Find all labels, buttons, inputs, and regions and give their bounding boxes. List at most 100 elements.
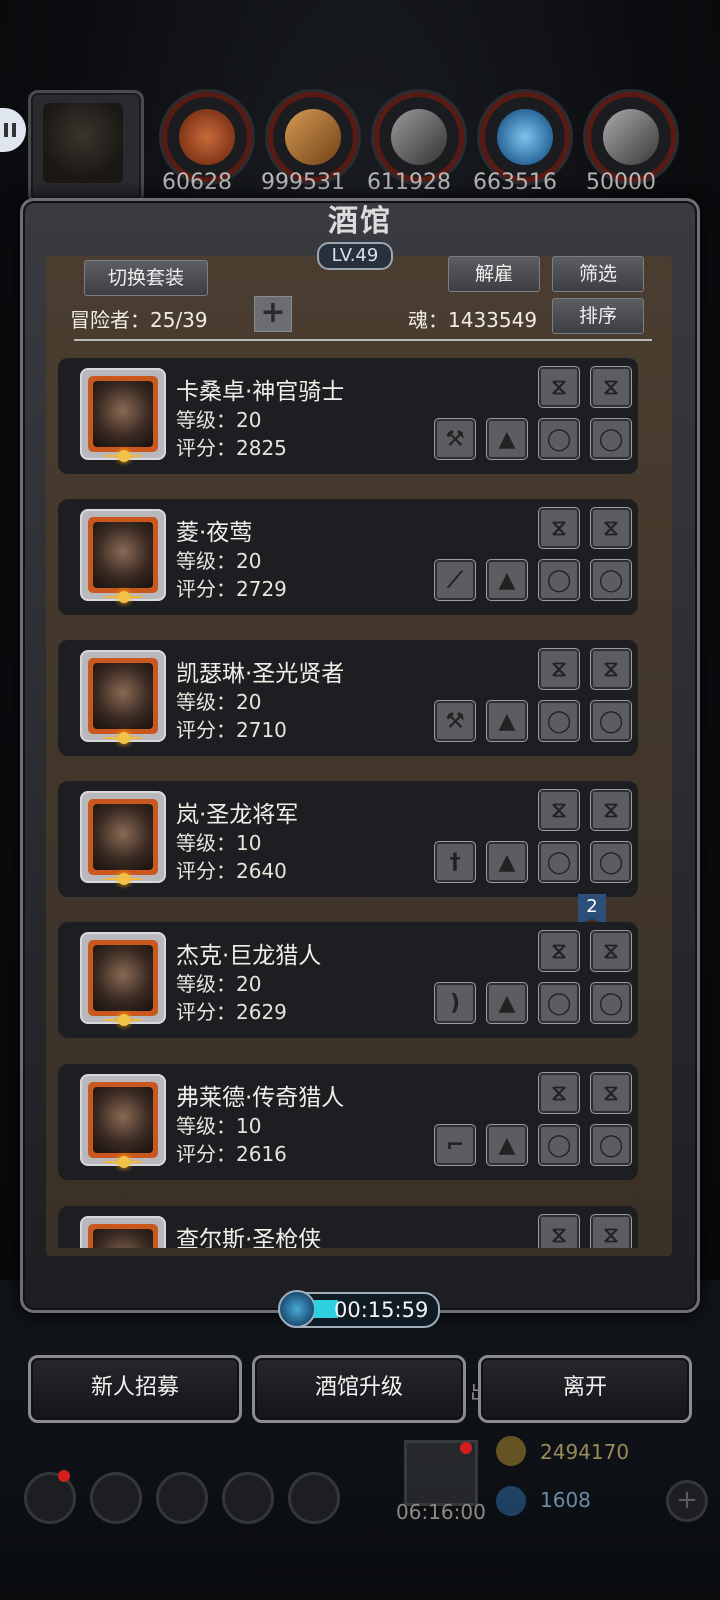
- hourglass-slot-icon[interactable]: ⧖: [538, 648, 580, 690]
- hourglass-slot-icon[interactable]: ⧖: [590, 1214, 632, 1248]
- weapon-sword-icon[interactable]: †: [434, 841, 476, 883]
- armor-icon[interactable]: ▲: [486, 559, 528, 601]
- sort-button[interactable]: 排序: [552, 298, 644, 334]
- weapon-axe-icon[interactable]: ⚒: [434, 700, 476, 742]
- resource-value-5: 50000: [586, 170, 656, 195]
- ring-icon[interactable]: ◯: [538, 418, 580, 460]
- leave-button[interactable]: 离开: [478, 1355, 692, 1423]
- hero-level: 等级：20: [176, 408, 262, 432]
- hero-row[interactable]: 岚·圣龙将军 等级：10 评分：2640 ⧖ ⧖ † ▲ ◯ ◯: [58, 781, 638, 897]
- hero-level: 等级：10: [176, 831, 262, 855]
- hero-row[interactable]: 杰克·巨龙猎人 等级：20 评分：2629 ⧖ ⧖ ) ▲ ◯ ◯: [58, 922, 638, 1038]
- weapon-bow-icon[interactable]: ): [434, 982, 476, 1024]
- resource-leather-icon: [162, 92, 252, 182]
- gold-amount: 2494170: [540, 1440, 630, 1464]
- mail-icon[interactable]: [222, 1472, 274, 1524]
- hero-row[interactable]: 菱·夜莺 等级：20 评分：2729 ⧖ ⧖ ⟋ ▲ ◯ ◯: [58, 499, 638, 615]
- hero-row[interactable]: 弗莱德·传奇猎人 等级：10 评分：2616 ⧖ ⧖ ⌐ ▲ ◯ ◯: [58, 1064, 638, 1180]
- gift-timer: 06:16:00: [396, 1500, 486, 1524]
- guild-icon[interactable]: [288, 1472, 340, 1524]
- armor-icon[interactable]: ▲: [486, 700, 528, 742]
- ring-icon[interactable]: ◯: [590, 418, 632, 460]
- hero-avatar[interactable]: [80, 932, 166, 1026]
- ring-icon[interactable]: ◯: [538, 1124, 580, 1166]
- resource-iron-icon: [374, 92, 464, 182]
- hourglass-slot-icon[interactable]: ⧖: [538, 507, 580, 549]
- hero-avatar[interactable]: [80, 1074, 166, 1168]
- panel-title: 酒馆: [328, 204, 392, 239]
- hero-level: 等级：20: [176, 972, 262, 996]
- iron-icon: [391, 109, 447, 165]
- add-slot-button[interactable]: +: [254, 296, 292, 332]
- hourglass-slot-icon[interactable]: ⧖: [590, 648, 632, 690]
- upgrade-tavern-button[interactable]: 酒馆升级: [252, 1355, 466, 1423]
- hourglass-slot-icon[interactable]: ⧖: [538, 789, 580, 831]
- hourglass-slot-icon[interactable]: ⧖: [590, 789, 632, 831]
- hero-avatar[interactable]: [80, 791, 166, 885]
- resource-value-4: 663516: [473, 170, 557, 195]
- weapon-axe-icon[interactable]: ⚒: [434, 418, 476, 460]
- weapon-blade-icon[interactable]: ⟋: [434, 559, 476, 601]
- hero-avatar[interactable]: [80, 509, 166, 603]
- ring-icon[interactable]: ◯: [538, 559, 580, 601]
- ring-icon[interactable]: ◯: [538, 841, 580, 883]
- hero-avatar[interactable]: [80, 368, 166, 462]
- dismiss-button[interactable]: 解雇: [448, 256, 540, 292]
- add-gems-icon[interactable]: +: [666, 1480, 708, 1522]
- hero-name: 杰克·巨龙猎人: [176, 943, 322, 969]
- hero-row[interactable]: 凯瑟琳·圣光贤者 等级：20 评分：2710 ⧖ ⧖ ⚒ ▲ ◯ ◯: [58, 640, 638, 756]
- hero-row[interactable]: 查尔斯·圣枪侠 ⧖ ⧖: [58, 1206, 638, 1248]
- hero-level: 等级：10: [176, 1114, 262, 1138]
- ring-icon[interactable]: ◯: [590, 700, 632, 742]
- armor-icon[interactable]: ▲: [486, 1124, 528, 1166]
- hero-avatar[interactable]: [80, 650, 166, 744]
- hourglass-slot-icon[interactable]: ⧖: [590, 1072, 632, 1114]
- hourglass-slot-icon[interactable]: ⧖: [590, 507, 632, 549]
- hero-score: 评分：2710: [176, 718, 287, 742]
- hero-name: 岚·圣龙将军: [176, 802, 299, 828]
- hourglass-slot-icon[interactable]: ⧖: [538, 930, 580, 972]
- hourglass-slot-icon[interactable]: ⧖: [538, 366, 580, 408]
- wood-icon: [285, 109, 341, 165]
- hourglass-slot-icon[interactable]: ⧖: [538, 1214, 580, 1248]
- tavern-level-badge: LV.49: [317, 242, 393, 270]
- hero-row[interactable]: 卡桑卓·神官骑士 等级：20 评分：2825 ⧖ ⧖ ⚒ ▲ ◯ ◯: [58, 358, 638, 474]
- hero-score: 评分：2729: [176, 577, 287, 601]
- resource-value-3: 611928: [367, 170, 451, 195]
- ring-icon[interactable]: ◯: [590, 982, 632, 1024]
- hero-name: 凯瑟琳·圣光贤者: [176, 661, 345, 687]
- filter-button[interactable]: 筛选: [552, 256, 644, 292]
- ring-icon[interactable]: ◯: [590, 841, 632, 883]
- resource-value-1: 60628: [162, 170, 232, 195]
- timer-text: 00:15:59: [334, 1298, 429, 1322]
- hero-avatar[interactable]: [80, 1216, 166, 1248]
- ring-icon[interactable]: ◯: [590, 559, 632, 601]
- armor-icon[interactable]: ▲: [486, 418, 528, 460]
- hero-score: 评分：2629: [176, 1000, 287, 1024]
- armor-icon[interactable]: ▲: [486, 841, 528, 883]
- steel-icon: [603, 109, 659, 165]
- ring-icon[interactable]: ◯: [538, 700, 580, 742]
- hero-list[interactable]: 卡桑卓·神官骑士 等级：20 评分：2825 ⧖ ⧖ ⚒ ▲ ◯ ◯ 菱·夜莺 …: [58, 358, 648, 1248]
- resource-wood-icon: [268, 92, 358, 182]
- leather-icon: [179, 109, 235, 165]
- header-divider: [74, 339, 652, 341]
- armor-icon[interactable]: ▲: [486, 982, 528, 1024]
- ring-icon[interactable]: ◯: [538, 982, 580, 1024]
- hero-name: 查尔斯·圣枪侠: [176, 1227, 322, 1248]
- count-badge: 2: [578, 894, 606, 924]
- player-portrait[interactable]: [28, 90, 144, 204]
- switch-outfit-button[interactable]: 切换套装: [84, 260, 208, 296]
- tavern-timer: 00:15:59: [278, 1290, 440, 1328]
- hourglass-slot-icon[interactable]: ⧖: [590, 366, 632, 408]
- ring-icon[interactable]: ◯: [590, 1124, 632, 1166]
- hourglass-slot-icon[interactable]: ⧖: [538, 1072, 580, 1114]
- quest-icon[interactable]: [156, 1472, 208, 1524]
- gem-amount: 1608: [540, 1488, 591, 1512]
- achievement-icon[interactable]: [90, 1472, 142, 1524]
- hero-score: 评分：2616: [176, 1142, 287, 1166]
- recruit-button[interactable]: 新人招募: [28, 1355, 242, 1423]
- weapon-gun-icon[interactable]: ⌐: [434, 1124, 476, 1166]
- hourglass-slot-icon[interactable]: ⧖: [590, 930, 632, 972]
- hero-level: 等级：20: [176, 690, 262, 714]
